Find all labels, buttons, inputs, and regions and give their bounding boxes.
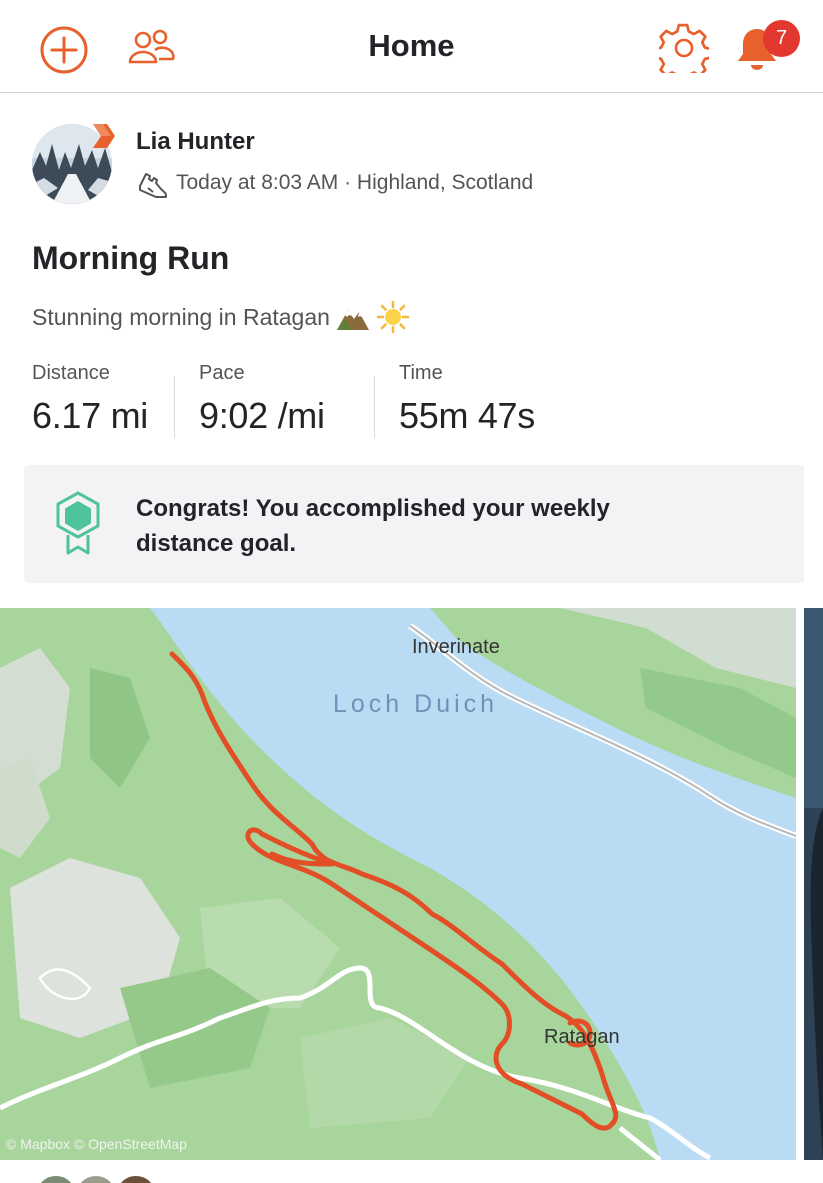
athlete-name[interactable]: Lia Hunter (136, 128, 255, 156)
subscriber-badge-icon (87, 122, 117, 152)
kudos-avatar[interactable] (34, 1174, 78, 1183)
settings-button[interactable] (658, 22, 710, 74)
notification-badge: 7 (763, 20, 800, 57)
achievement-text: Congrats! You accomplished your weekly d… (136, 495, 610, 557)
stat-value: 6.17 mi (32, 395, 148, 436)
activity-title[interactable]: Morning Run (32, 240, 229, 277)
stat-value: 55m 47s (399, 395, 535, 436)
activity-header: Lia Hunter Today at 8:03 AM · Highland, … (32, 122, 792, 206)
stat-time: Time 55m 47s (374, 362, 574, 438)
mountain-emoji-icon (336, 310, 369, 330)
map-label-loch: Loch Duich (333, 690, 499, 718)
activity-description-text: Stunning morning in Ratagan (32, 303, 330, 330)
map-label-inverinate: Inverinate (412, 636, 500, 658)
run-shoe-icon (139, 173, 167, 198)
stat-value: 9:02 /mi (199, 395, 325, 436)
achievement-banner[interactable]: Congrats! You accomplished your weekly d… (24, 465, 804, 583)
kudos-avatar[interactable] (74, 1174, 118, 1183)
gear-icon (659, 23, 709, 73)
kudos-avatar[interactable] (114, 1174, 158, 1183)
activity-stats: Distance 6.17 mi Pace 9:02 /mi Time 55m … (32, 362, 574, 442)
stat-label: Distance (32, 362, 110, 384)
map-label-ratagan: Ratagan (544, 1026, 620, 1048)
stat-label: Pace (199, 362, 245, 384)
sun-emoji-icon (376, 300, 410, 334)
stat-distance: Distance 6.17 mi (32, 362, 174, 442)
stat-pace: Pace 9:02 /mi (174, 362, 374, 438)
map-attribution[interactable]: © Mapbox © OpenStreetMap (6, 1136, 187, 1152)
next-photo-preview[interactable] (804, 608, 823, 1160)
goal-medal-icon (56, 491, 100, 555)
stat-label: Time (399, 362, 443, 384)
top-bar: Home 7 (0, 0, 823, 93)
activity-time-location: Today at 8:03 AM · Highland, Scotland (176, 171, 534, 194)
activity-description: Stunning morning in Ratagan (32, 300, 410, 334)
activity-meta: Today at 8:03 AM · Highland, Scotland (136, 168, 533, 198)
